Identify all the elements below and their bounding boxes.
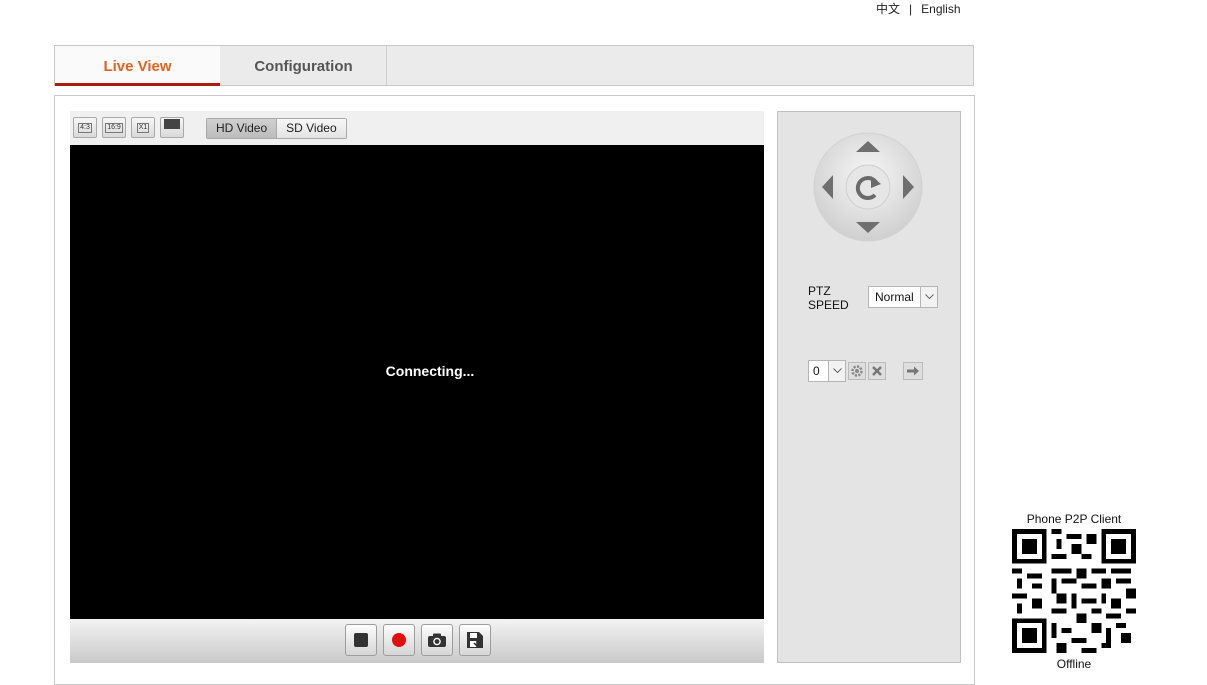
language-switcher: 中文 | English: [876, 0, 961, 17]
fullscreen-icon: [164, 119, 180, 129]
tab-live-view[interactable]: Live View: [55, 46, 220, 86]
ptz-speed-select[interactable]: Normal: [868, 286, 938, 308]
video-player: 4:3 16:9 X1 HD Video SD Video Connecting…: [70, 111, 764, 663]
ptz-speed-value: Normal: [875, 290, 914, 304]
original-size-label: X1: [136, 123, 150, 133]
arrow-right-icon: [907, 366, 919, 376]
chevron-down-icon: [828, 361, 845, 381]
aspect-4-3-button[interactable]: 4:3: [73, 117, 97, 138]
original-size-button[interactable]: X1: [131, 117, 155, 138]
camera-icon: [428, 633, 446, 647]
fullscreen-button[interactable]: [160, 117, 184, 138]
player-control-bar: [70, 619, 764, 663]
hd-video-button[interactable]: HD Video: [207, 119, 278, 138]
ptz-joystick: [813, 132, 923, 242]
language-chinese-link[interactable]: 中文: [876, 0, 900, 17]
stop-button[interactable]: [345, 624, 377, 656]
ptz-speed-label-line1: PTZ: [808, 284, 831, 298]
qr-code: [1012, 529, 1136, 653]
language-separator: |: [909, 2, 913, 16]
ptz-panel: PTZ SPEED Normal 0: [777, 111, 961, 663]
qr-status: Offline: [1056, 657, 1092, 671]
aspect-16-9-button[interactable]: 16:9: [102, 117, 126, 138]
gear-icon: [851, 365, 863, 377]
preset-delete-button[interactable]: [868, 362, 886, 380]
tab-configuration[interactable]: Configuration: [221, 46, 387, 86]
record-button[interactable]: [383, 624, 415, 656]
connection-status: Connecting...: [385, 363, 475, 379]
preset-select[interactable]: 0: [808, 360, 846, 382]
preset-goto-button[interactable]: [903, 362, 923, 380]
stop-icon: [354, 633, 368, 647]
sd-video-button[interactable]: SD Video: [277, 119, 346, 138]
delete-icon: [872, 366, 882, 376]
aspect-4-3-label: 4:3: [78, 123, 92, 133]
save-clip-button[interactable]: [459, 624, 491, 656]
preset-value: 0: [813, 364, 820, 378]
live-view-panel: 4:3 16:9 X1 HD Video SD Video Connecting…: [54, 95, 975, 685]
preset-settings-button[interactable]: [848, 362, 866, 380]
save-icon: [467, 632, 483, 648]
aspect-16-9-label: 16:9: [105, 123, 123, 133]
p2p-qr-panel: Phone P2P Client Offline: [1010, 512, 1138, 671]
language-english-link[interactable]: English: [921, 2, 960, 16]
stream-selector: HD Video SD Video: [206, 118, 347, 139]
record-icon: [392, 633, 406, 647]
snapshot-button[interactable]: [421, 624, 453, 656]
chevron-down-icon: [920, 287, 937, 307]
player-toolbar: 4:3 16:9 X1 HD Video SD Video: [70, 111, 764, 145]
ptz-speed-label: PTZ SPEED: [808, 284, 849, 312]
ptz-speed-label-line2: SPEED: [808, 298, 849, 312]
qr-title: Phone P2P Client: [1026, 512, 1122, 526]
main-tab-bar: Live View Configuration: [54, 45, 974, 86]
video-display[interactable]: Connecting...: [70, 145, 764, 619]
